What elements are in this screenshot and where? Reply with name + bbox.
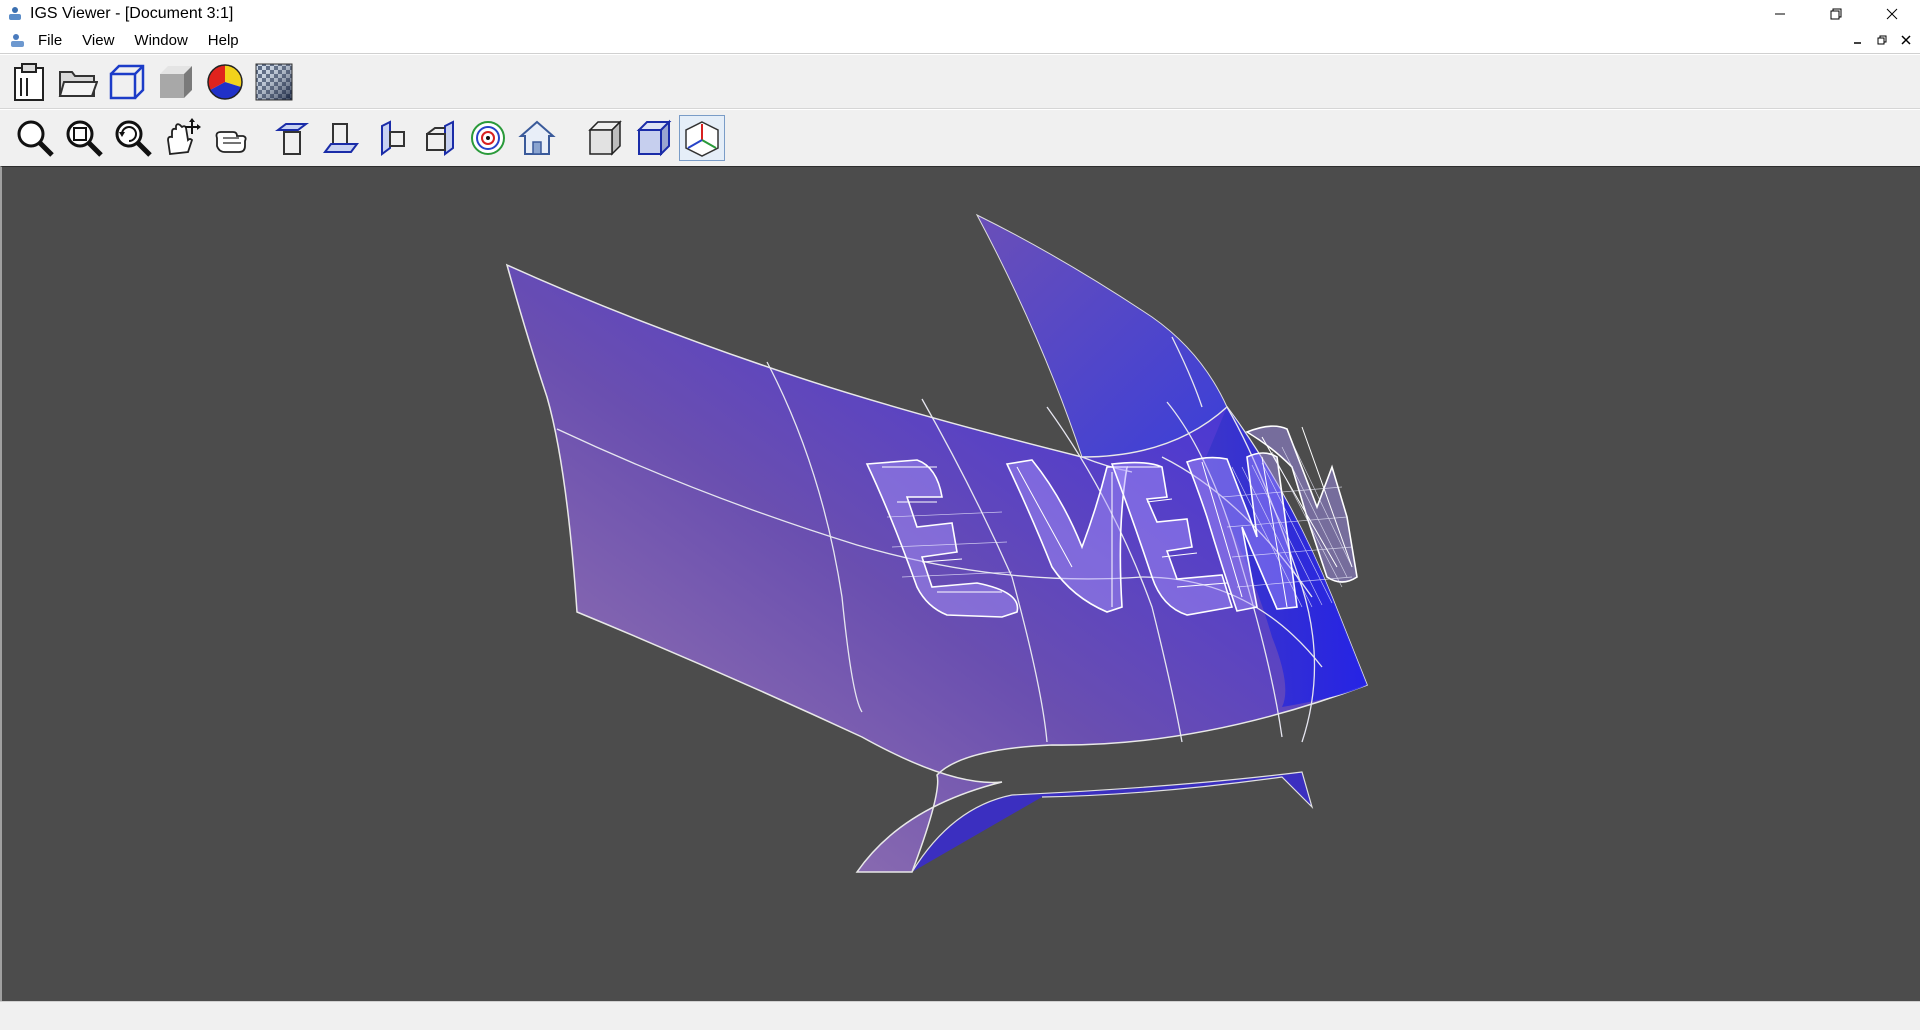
shaded-button[interactable] <box>153 59 199 105</box>
wire-solid-mode-icon <box>636 119 672 157</box>
paste-icon <box>14 62 44 101</box>
texture-icon <box>255 63 293 100</box>
upper-wing-surface <box>975 213 1228 458</box>
front-view-icon <box>323 123 359 153</box>
child-restore-button[interactable] <box>1872 31 1892 49</box>
model-render <box>505 213 1368 873</box>
side-view-icon <box>381 120 405 156</box>
texture-button[interactable] <box>251 59 297 105</box>
front-view-button[interactable] <box>318 115 364 161</box>
zoom-fit-icon <box>115 120 152 157</box>
close-icon <box>1886 8 1898 20</box>
main-toolbar <box>0 55 1920 109</box>
menu-window[interactable]: Window <box>124 28 197 54</box>
status-bar <box>0 1001 1920 1030</box>
pan-icon <box>167 118 201 155</box>
wireframe-button[interactable] <box>104 59 150 105</box>
target-button[interactable] <box>465 115 511 161</box>
zoom-window-button[interactable] <box>61 115 107 161</box>
title-bar: IGS Viewer - [Document 3:1] <box>0 0 1920 28</box>
3d-viewport[interactable] <box>0 166 1920 1001</box>
restore-icon <box>1877 35 1887 45</box>
restore-icon <box>1830 8 1842 20</box>
minimize-icon <box>1854 42 1861 44</box>
zoom-icon <box>17 120 54 157</box>
restore-button[interactable] <box>1808 0 1864 28</box>
solid-mode-button[interactable] <box>581 115 627 161</box>
top-view-icon <box>275 123 309 155</box>
open-folder-icon <box>58 70 98 97</box>
axis-mode-icon <box>685 121 719 157</box>
side-view-button[interactable] <box>367 115 413 161</box>
iso-view-icon <box>426 120 454 156</box>
iso-view-button[interactable] <box>416 115 462 161</box>
top-view-button[interactable] <box>269 115 315 161</box>
minimize-button[interactable] <box>1752 0 1808 28</box>
open-button[interactable] <box>55 59 101 105</box>
view-toolbar <box>0 110 1920 166</box>
home-icon <box>518 120 556 155</box>
zoom-button[interactable] <box>12 115 58 161</box>
window-title: IGS Viewer - [Document 3:1] <box>30 5 234 22</box>
menu-file[interactable]: File <box>28 28 72 54</box>
close-button[interactable] <box>1864 0 1920 28</box>
home-button[interactable] <box>514 115 560 161</box>
child-minimize-button[interactable] <box>1848 31 1868 49</box>
color-wheel-icon <box>207 63 243 100</box>
menu-bar: File View Window Help <box>0 28 1920 54</box>
app-icon <box>9 7 21 20</box>
rotate-button[interactable] <box>208 115 254 161</box>
menu-view[interactable]: View <box>72 28 124 54</box>
zoom-fit-button[interactable] <box>110 115 156 161</box>
color-button[interactable] <box>202 59 248 105</box>
menu-help[interactable]: Help <box>198 28 249 54</box>
shaded-box-icon <box>160 65 192 98</box>
wireframe-box-icon <box>109 64 145 99</box>
rotate-hand-icon <box>215 131 247 153</box>
axis-mode-button[interactable] <box>679 115 725 161</box>
document-icon[interactable] <box>8 32 28 50</box>
close-icon <box>1901 35 1911 45</box>
wire-solid-mode-button[interactable] <box>630 115 676 161</box>
pan-button[interactable] <box>159 115 205 161</box>
toolbar-separator <box>257 116 269 160</box>
toolbar-separator <box>563 116 581 160</box>
target-icon <box>471 121 505 155</box>
igs-viewer-app: IGS Viewer - [Document 3:1] File View Wi… <box>0 0 1920 1030</box>
child-close-button[interactable] <box>1896 31 1916 49</box>
zoom-window-icon <box>66 120 103 157</box>
solid-mode-icon <box>588 120 622 156</box>
paste-button[interactable] <box>6 59 52 105</box>
minimize-icon <box>1775 13 1785 15</box>
